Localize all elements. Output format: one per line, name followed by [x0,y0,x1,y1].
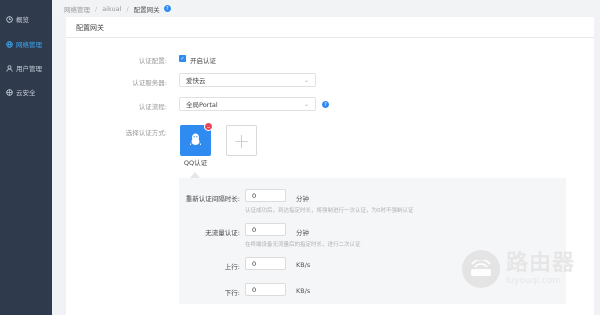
breadcrumb-separator: / [95,4,98,13]
sidebar-item-label: 网络管理 [16,41,42,49]
sidebar: 概览 网络管理 用户管理 云安全 [0,0,52,315]
question-icon[interactable]: ? [163,5,171,12]
sidebar-item-label: 概览 [16,16,29,24]
auth-flow-label: 认证流程: [138,103,167,111]
auth-server-select[interactable]: 爱快云 ⌄ [179,73,316,87]
page-title: 配置网关 [76,24,104,32]
router-logo-icon [462,250,500,288]
plus-icon: + [233,128,250,153]
reauth-interval-hint: 认证成功后，到达指定时长，将强制进行一次认证，为0时不强制认证 [245,208,414,214]
breadcrumb-item-network[interactable]: 网络管理 [64,4,90,14]
idle-auth-hint: 在终端设备无流量后的指定时长，进行二次认证 [245,242,361,248]
auth-flow-value: 全局Portal [186,101,218,109]
download-input[interactable]: 0 [245,283,286,296]
add-auth-method-button[interactable]: + [226,125,257,156]
watermark: 路由器 luyouqi.com [462,250,575,288]
auth-flow-select[interactable]: 全局Portal ⌄ [179,97,316,111]
watermark-title: 路由器 [506,251,576,276]
reauth-interval-input[interactable]: 0 [245,189,286,202]
auth-config-label: 认证配置: [138,57,167,65]
sidebar-item-label: 用户管理 [16,65,42,73]
sidebar-item-users[interactable]: 用户管理 [0,60,52,76]
question-icon[interactable]: ? [322,101,329,108]
watermark-url: luyouqi.com [506,276,562,286]
breadcrumb: 网络管理 / aikual / 配置网关 ? [52,0,600,17]
network-icon [6,40,13,48]
upload-unit: KB/s [296,261,311,269]
title-divider [66,37,594,38]
breadcrumb-item-aikual[interactable]: aikual [102,5,121,13]
auth-server-label: 认证服务器: [132,79,167,87]
idle-auth-label: 无流量认证: [205,229,240,237]
clock-icon [6,15,13,23]
chevron-down-icon: ⌄ [303,77,309,84]
globe-icon [6,88,13,96]
upload-input[interactable]: 0 [245,257,286,270]
reauth-interval-label: 重新认证间隔时长: [185,195,240,203]
auth-server-value: 爱快云 [186,77,206,85]
download-label: 下行: [224,289,240,297]
remove-icon[interactable]: – [204,122,213,131]
breadcrumb-item-current: 配置网关 [133,5,160,14]
reauth-interval-unit: 分钟 [296,195,309,203]
qq-auth-label: QQ认证 [183,159,208,167]
sidebar-item-network[interactable]: 网络管理 [0,36,52,52]
idle-auth-unit: 分钟 [296,229,309,237]
idle-auth-input[interactable]: 0 [245,223,286,236]
user-icon [6,64,13,72]
chevron-down-icon: ⌄ [303,101,309,108]
upload-label: 上行: [224,263,240,271]
sidebar-item-cloud-security[interactable]: 云安全 [0,84,52,100]
qq-penguin-icon [189,133,202,148]
breadcrumb-separator: / [126,4,129,13]
sidebar-item-overview[interactable]: 概览 [0,11,52,27]
download-unit: KB/s [296,287,311,295]
sidebar-item-label: 云安全 [16,89,36,97]
enable-auth-label: 开启认证 [190,57,216,65]
auth-method-label: 选择认证方式: [125,129,167,137]
enable-auth-checkbox[interactable]: ✓ [179,55,186,62]
